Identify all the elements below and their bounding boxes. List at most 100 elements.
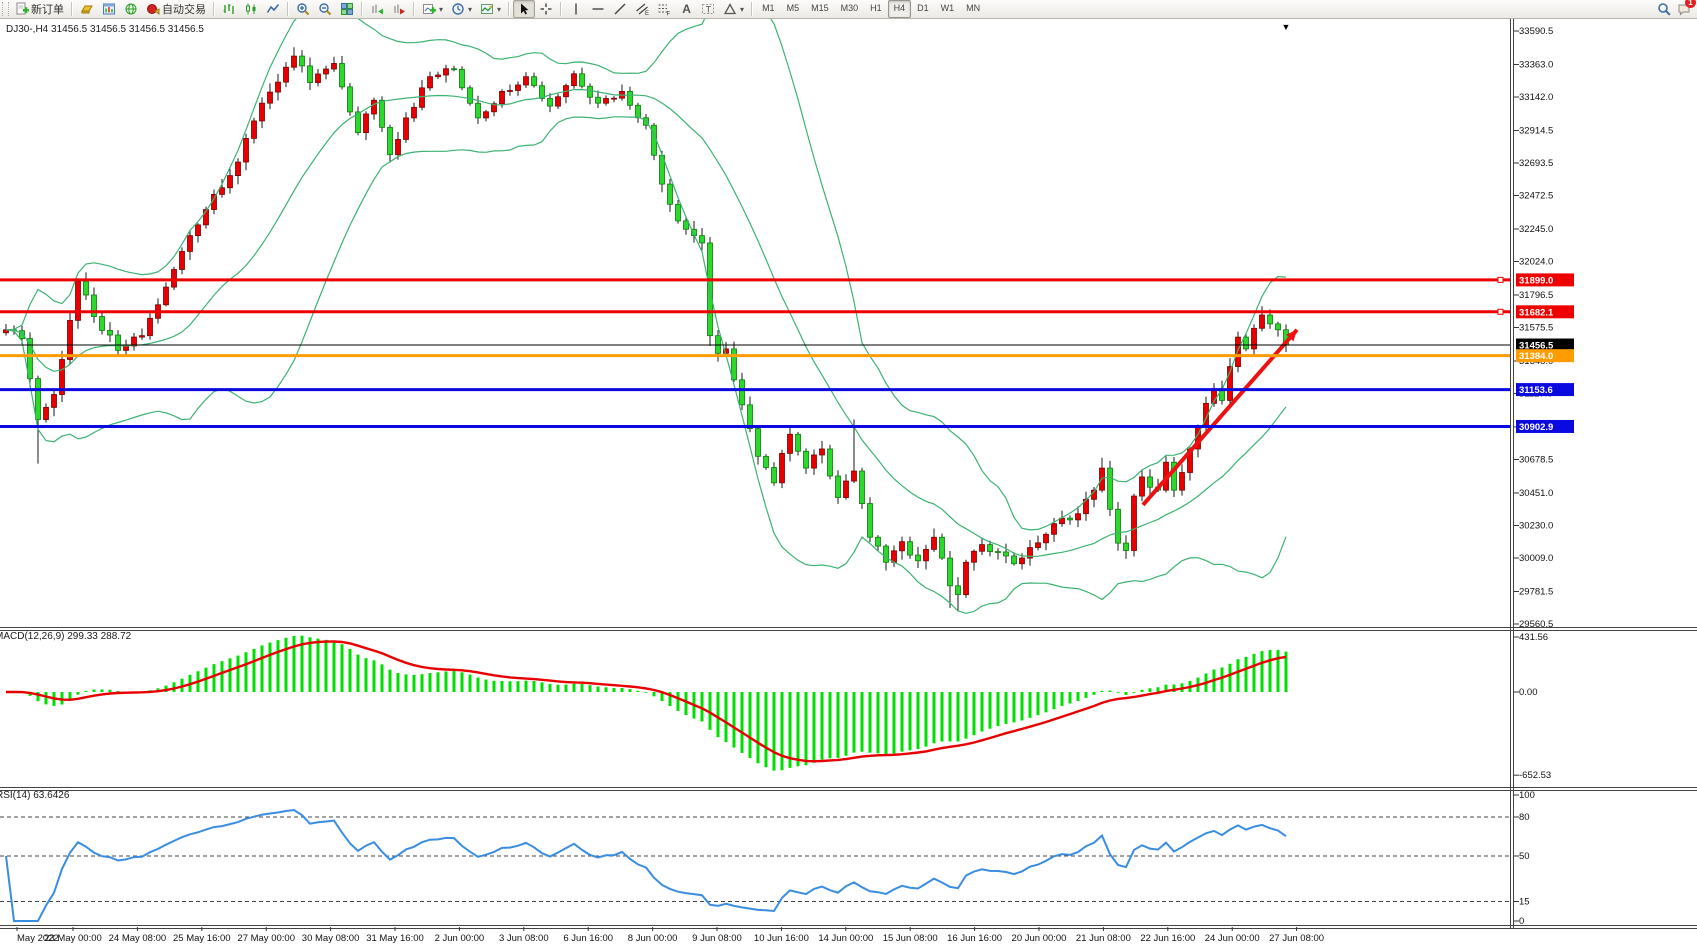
trendline-button[interactable] <box>609 0 631 18</box>
periods-button[interactable]: ▾ <box>447 0 476 18</box>
tile-windows-button[interactable] <box>336 0 358 18</box>
zoomout-icon <box>318 2 332 16</box>
chart-shift-button[interactable] <box>388 0 410 18</box>
svg-text:31384.0: 31384.0 <box>1519 351 1553 362</box>
charts-button[interactable] <box>98 0 120 18</box>
signals-button[interactable] <box>120 0 142 18</box>
svg-text:20 Jun 00:00: 20 Jun 00:00 <box>1012 933 1067 944</box>
zoom-in-button[interactable] <box>292 0 314 18</box>
timeframe-d1-button[interactable]: D1 <box>911 0 935 18</box>
fibo-icon: F <box>657 2 671 16</box>
template-icon <box>480 2 494 16</box>
crosshair-icon <box>539 2 553 16</box>
svg-text:32024.0: 32024.0 <box>1519 257 1553 268</box>
hline-handle[interactable] <box>1498 277 1503 282</box>
vline-button[interactable] <box>565 0 587 18</box>
svg-text:31796.5: 31796.5 <box>1519 290 1553 301</box>
toolbar-separator <box>213 2 215 16</box>
line-chart-button[interactable] <box>262 0 284 18</box>
fibonacci-button[interactable]: F <box>653 0 675 18</box>
svg-text:6 Jun 16:00: 6 Jun 16:00 <box>563 933 613 944</box>
templates-button[interactable]: ▾ <box>476 0 505 18</box>
hline-icon <box>591 2 605 16</box>
toolbar-right-group: 1 <box>1657 2 1697 16</box>
auto-scroll-button[interactable] <box>366 0 388 18</box>
svg-text:50: 50 <box>1519 851 1530 862</box>
vline-icon <box>569 2 583 16</box>
svg-text:30451.0: 30451.0 <box>1519 488 1553 499</box>
textA-icon: A <box>679 2 693 16</box>
channel-button[interactable]: E <box>631 0 653 18</box>
svg-text:32693.5: 32693.5 <box>1519 158 1553 169</box>
svg-text:33590.5: 33590.5 <box>1519 26 1553 37</box>
new-order-button-label: 新订单 <box>31 1 64 17</box>
globe-icon <box>124 2 138 16</box>
tile-icon <box>340 2 354 16</box>
timeframe-h4-button[interactable]: H4 <box>888 0 912 18</box>
timeframe-w1-button[interactable]: W1 <box>935 0 961 18</box>
toolbar-separator <box>751 2 753 16</box>
toolbar-separator <box>287 2 289 16</box>
toolbar-separator <box>560 2 562 16</box>
svg-text:31575.5: 31575.5 <box>1519 322 1553 333</box>
label-button[interactable]: T <box>697 0 719 18</box>
search-icon[interactable] <box>1657 2 1671 16</box>
timeframe-mn-button[interactable]: MN <box>960 0 986 18</box>
svg-text:27 Jun 08:00: 27 Jun 08:00 <box>1269 933 1324 944</box>
timeframe-m30-button[interactable]: M30 <box>835 0 865 18</box>
new-order-button[interactable]: 新订单 <box>11 0 68 18</box>
auto-trading-button-label: 自动交易 <box>162 1 206 17</box>
chart-window-icon <box>102 2 116 16</box>
toolbar-separator <box>413 2 415 16</box>
svg-text:24 Jun 00:00: 24 Jun 00:00 <box>1205 933 1260 944</box>
candlestick-button[interactable] <box>240 0 262 18</box>
text-button[interactable]: A <box>675 0 697 18</box>
toolbar-separator <box>71 2 73 16</box>
candles-icon <box>244 2 258 16</box>
svg-text:33142.0: 33142.0 <box>1519 92 1553 103</box>
svg-text:0: 0 <box>1519 916 1524 927</box>
hline-button[interactable] <box>587 0 609 18</box>
svg-text:31 May 16:00: 31 May 16:00 <box>366 933 424 944</box>
svg-text:14 Jun 00:00: 14 Jun 00:00 <box>818 933 873 944</box>
dropdown-arrow-icon[interactable]: ▾ <box>497 5 501 14</box>
dropdown-arrow-icon[interactable]: ▾ <box>439 5 443 14</box>
svg-text:A: A <box>682 2 691 16</box>
svg-text:24 May 08:00: 24 May 08:00 <box>109 933 167 944</box>
svg-text:30902.9: 30902.9 <box>1519 422 1553 433</box>
svg-text:30 May 08:00: 30 May 08:00 <box>302 933 360 944</box>
svg-text:431.56: 431.56 <box>1519 632 1548 643</box>
dropdown-arrow-icon[interactable]: ▾ <box>468 5 472 14</box>
labelT-icon: T <box>701 2 715 16</box>
cursor-button[interactable] <box>513 0 535 18</box>
svg-text:22 Jun 16:00: 22 Jun 16:00 <box>1140 933 1195 944</box>
chart-canvas[interactable]: 33590.533363.033142.032914.532693.532472… <box>0 0 1697 946</box>
indicators-button[interactable]: ▾ <box>418 0 447 18</box>
ohlc-icon <box>222 2 236 16</box>
svg-text:0.00: 0.00 <box>1519 687 1538 698</box>
svg-text:3 Jun 08:00: 3 Jun 08:00 <box>499 933 549 944</box>
crosshair-button[interactable] <box>535 0 557 18</box>
hline-handle[interactable] <box>1498 309 1503 314</box>
gold-button[interactable] <box>76 0 98 18</box>
chat-icon[interactable]: 1 <box>1677 2 1691 16</box>
svg-text:2 Jun 00:00: 2 Jun 00:00 <box>435 933 485 944</box>
svg-text:E: E <box>645 11 649 16</box>
toolbar-separator <box>508 2 510 16</box>
svg-text:-652.53: -652.53 <box>1519 770 1551 781</box>
auto-trading-button[interactable]: 自动交易 <box>142 0 210 18</box>
zoom-out-button[interactable] <box>314 0 336 18</box>
shapes-button[interactable]: ▾ <box>719 0 748 18</box>
svg-text:T: T <box>706 5 712 15</box>
mt4-window: 新订单 自动交易 ▾ ▾ ▾ E FA T ▾ M1M5M15M30H1H4D1W1MN 1 335… <box>0 0 1697 946</box>
dropdown-arrow-icon[interactable]: ▾ <box>740 5 744 14</box>
timeframe-m15-button[interactable]: M15 <box>805 0 835 18</box>
bar-chart-button[interactable] <box>218 0 240 18</box>
timeframe-m1-button[interactable]: M1 <box>756 0 781 18</box>
svg-text:23 May 00:00: 23 May 00:00 <box>44 933 102 944</box>
timeframe-h1-button[interactable]: H1 <box>864 0 888 18</box>
svg-text:21 Jun 08:00: 21 Jun 08:00 <box>1076 933 1131 944</box>
timeframe-m5-button[interactable]: M5 <box>781 0 806 18</box>
linechart-icon <box>266 2 280 16</box>
svg-text:25 May 16:00: 25 May 16:00 <box>173 933 231 944</box>
